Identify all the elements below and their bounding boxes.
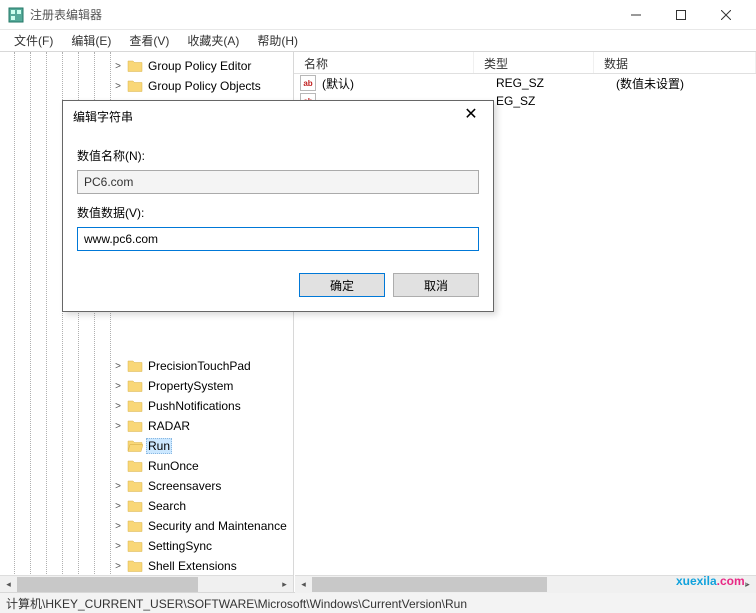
- tree-item[interactable]: > Shell Extensions: [0, 556, 293, 576]
- menu-view[interactable]: 查看(V): [121, 30, 177, 51]
- cancel-button[interactable]: 取消: [393, 273, 479, 297]
- tree-item-label: Group Policy Editor: [146, 58, 253, 74]
- folder-open-icon: [127, 438, 143, 454]
- folder-icon: [127, 538, 143, 554]
- window-title: 注册表编辑器: [30, 6, 613, 23]
- ok-button[interactable]: 确定: [299, 273, 385, 297]
- app-icon: [8, 7, 24, 23]
- folder-icon: [127, 518, 143, 534]
- folder-icon: [127, 558, 143, 574]
- tree-item-label: RunOnce: [146, 458, 201, 474]
- scroll-left-icon[interactable]: ◂: [295, 576, 312, 593]
- tree-item[interactable]: > PushNotifications: [0, 396, 293, 416]
- folder-icon: [127, 418, 143, 434]
- cell-type: REG_SZ: [486, 76, 606, 90]
- dialog-title: 编辑字符串: [73, 108, 459, 125]
- chevron-icon[interactable]: >: [112, 401, 124, 412]
- tree-item-label: RADAR: [146, 418, 192, 434]
- tree-item[interactable]: RunOnce: [0, 456, 293, 476]
- dialog-close-button[interactable]: ✕: [459, 104, 483, 128]
- tree-item-label: Shell Extensions: [146, 558, 239, 574]
- chevron-icon[interactable]: >: [112, 381, 124, 392]
- scroll-right-icon[interactable]: ▸: [276, 576, 293, 593]
- tree-item[interactable]: > Screensavers: [0, 476, 293, 496]
- col-data[interactable]: 数据: [594, 52, 756, 73]
- titlebar: 注册表编辑器: [0, 0, 756, 30]
- chevron-icon[interactable]: >: [112, 61, 124, 72]
- tree-item[interactable]: > PropertySystem: [0, 376, 293, 396]
- scroll-right-icon[interactable]: ▸: [739, 576, 756, 593]
- tree-item[interactable]: Run: [0, 436, 293, 456]
- menu-favorites[interactable]: 收藏夹(A): [179, 30, 247, 51]
- minimize-button[interactable]: [613, 1, 658, 29]
- close-button[interactable]: [703, 1, 748, 29]
- edit-string-dialog: 编辑字符串 ✕ 数值名称(N): 数值数据(V): 确定 取消: [62, 100, 494, 312]
- value-name-label: 数值名称(N):: [77, 147, 479, 164]
- chevron-icon[interactable]: >: [112, 361, 124, 372]
- tree-item[interactable]: > PrecisionTouchPad: [0, 356, 293, 376]
- statusbar: 计算机\HKEY_CURRENT_USER\SOFTWARE\Microsoft…: [0, 592, 756, 613]
- scroll-left-icon[interactable]: ◂: [0, 576, 17, 593]
- folder-icon: [127, 58, 143, 74]
- list-header: 名称 类型 数据: [294, 52, 756, 74]
- cell-type: EG_SZ: [486, 94, 606, 108]
- folder-icon: [127, 378, 143, 394]
- menu-file[interactable]: 文件(F): [6, 30, 61, 51]
- list-row[interactable]: ab(默认)REG_SZ(数值未设置): [294, 74, 756, 92]
- tree-item-label: Run: [146, 438, 172, 454]
- tree-item-label: PushNotifications: [146, 398, 243, 414]
- tree-item[interactable]: > Security and Maintenance: [0, 516, 293, 536]
- col-name[interactable]: 名称: [294, 52, 474, 73]
- folder-icon: [127, 458, 143, 474]
- tree-item-label: Security and Maintenance: [146, 518, 289, 534]
- tree-item-label: PropertySystem: [146, 378, 235, 394]
- tree-item-label: Screensavers: [146, 478, 223, 494]
- status-path: 计算机\HKEY_CURRENT_USER\SOFTWARE\Microsoft…: [6, 595, 467, 612]
- cell-name: (默认): [320, 75, 486, 92]
- value-data-label: 数值数据(V):: [77, 204, 479, 221]
- cell-data: (数值未设置): [606, 75, 756, 92]
- folder-icon: [127, 398, 143, 414]
- folder-icon: [127, 78, 143, 94]
- chevron-icon[interactable]: >: [112, 421, 124, 432]
- tree-item[interactable]: > Search: [0, 496, 293, 516]
- chevron-icon[interactable]: >: [112, 81, 124, 92]
- tree-hscroll[interactable]: ◂ ▸: [0, 575, 293, 592]
- folder-icon: [127, 478, 143, 494]
- tree-item-label: Group Policy Objects: [146, 78, 263, 94]
- chevron-icon[interactable]: >: [112, 521, 124, 532]
- menu-edit[interactable]: 编辑(E): [63, 30, 119, 51]
- col-type[interactable]: 类型: [474, 52, 594, 73]
- folder-icon: [127, 498, 143, 514]
- maximize-button[interactable]: [658, 1, 703, 29]
- menubar: 文件(F) 编辑(E) 查看(V) 收藏夹(A) 帮助(H): [0, 30, 756, 52]
- chevron-icon[interactable]: >: [112, 481, 124, 492]
- tree-item[interactable]: > Group Policy Objects: [0, 76, 293, 96]
- folder-icon: [127, 358, 143, 374]
- chevron-icon[interactable]: >: [112, 501, 124, 512]
- chevron-icon[interactable]: >: [112, 541, 124, 552]
- tree-item[interactable]: > SettingSync: [0, 536, 293, 556]
- tree-item-label: PrecisionTouchPad: [146, 358, 253, 374]
- tree-item-label: Search: [146, 498, 188, 514]
- string-value-icon: ab: [300, 75, 316, 91]
- tree-item[interactable]: > RADAR: [0, 416, 293, 436]
- chevron-icon[interactable]: >: [112, 561, 124, 572]
- value-data-input[interactable]: [77, 227, 479, 251]
- list-hscroll[interactable]: ◂ ▸: [295, 575, 756, 592]
- tree-item-label: SettingSync: [146, 538, 214, 554]
- tree-item[interactable]: > Group Policy Editor: [0, 56, 293, 76]
- value-name-input[interactable]: [77, 170, 479, 194]
- menu-help[interactable]: 帮助(H): [249, 30, 306, 51]
